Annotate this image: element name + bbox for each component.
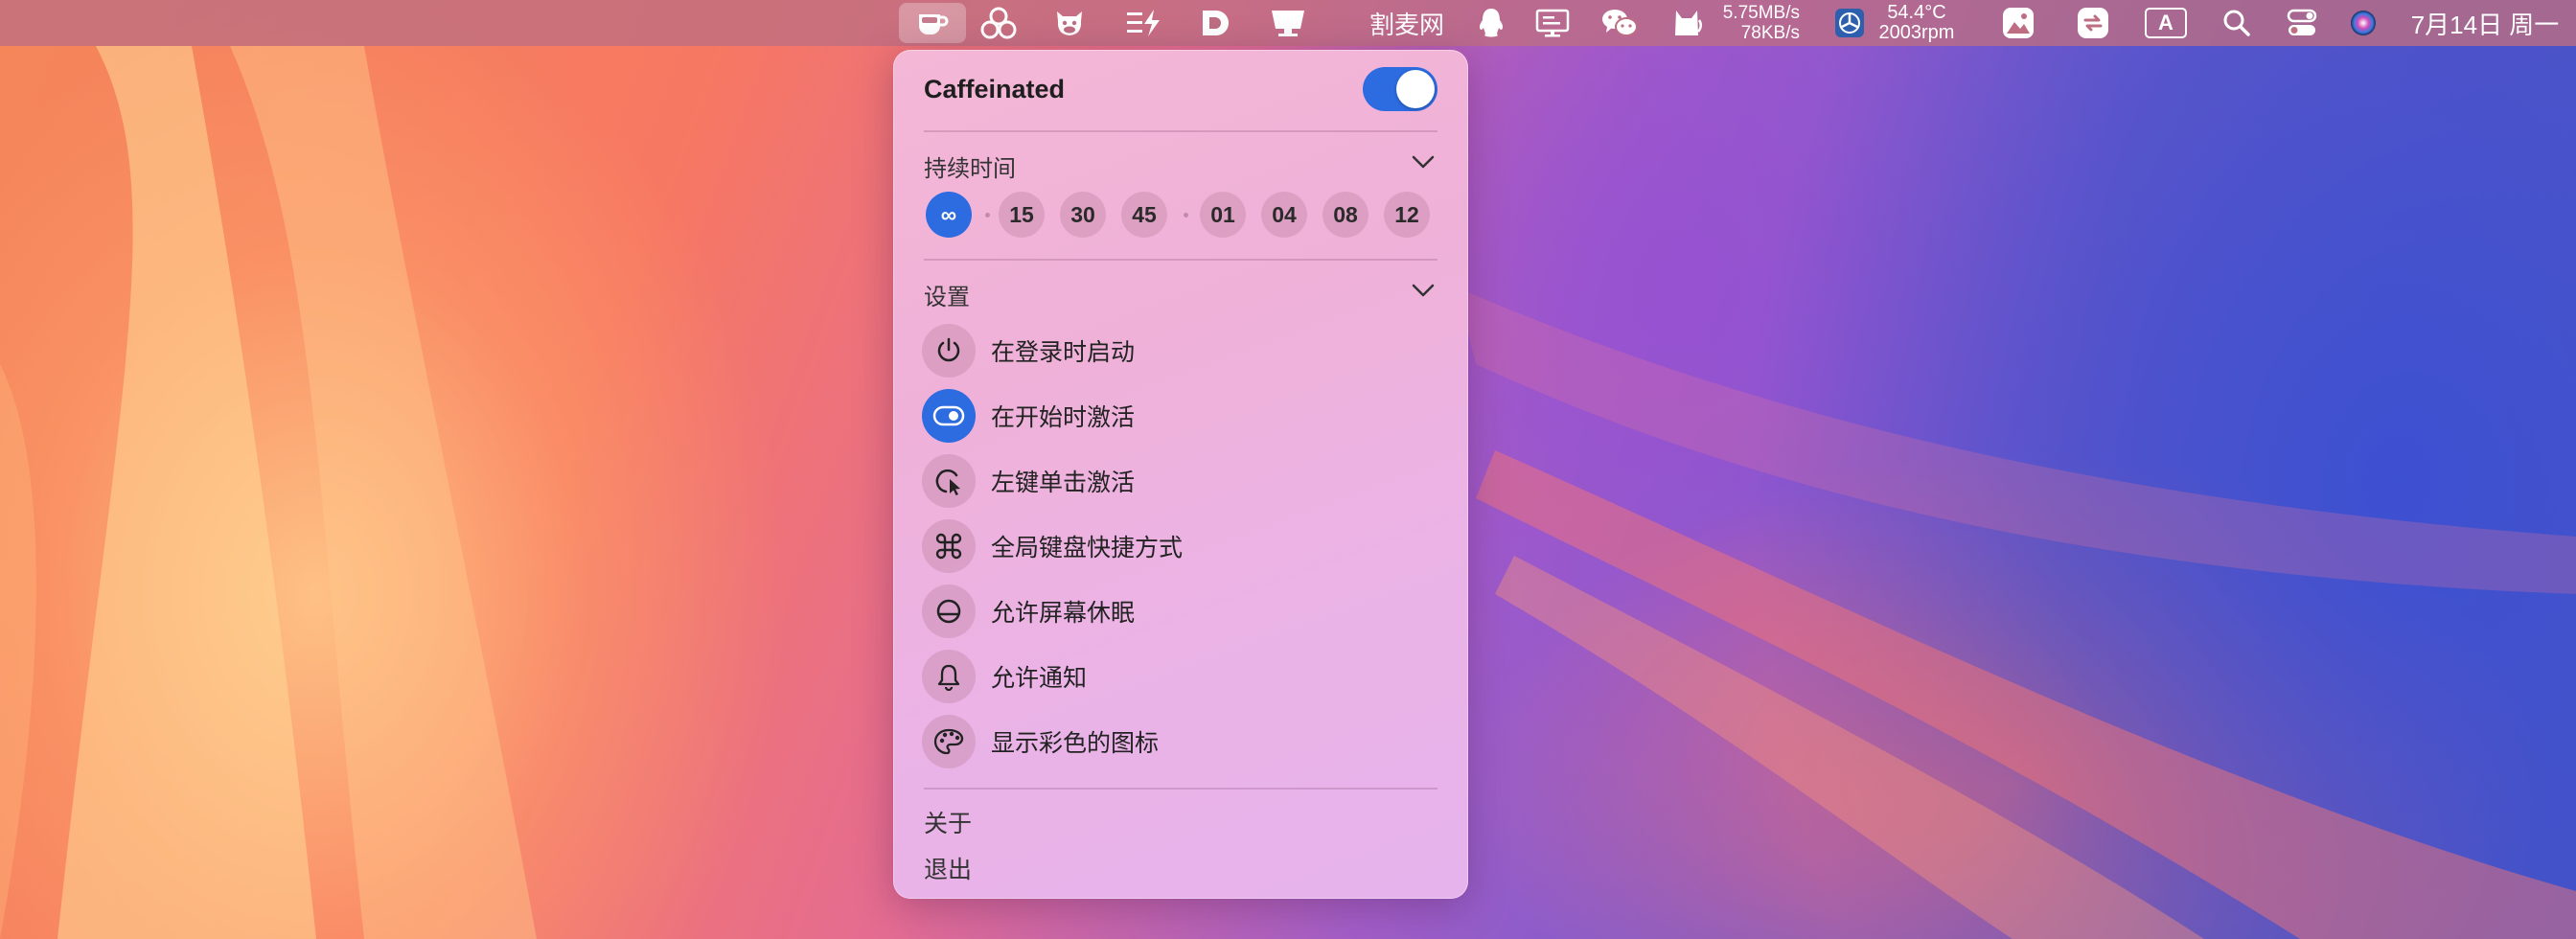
bell-icon-button	[922, 650, 976, 703]
option-allow-screen-sleep[interactable]: 允许屏幕休眠	[922, 583, 1439, 640]
siri-icon	[2351, 11, 2376, 35]
sync-icon	[2078, 8, 2108, 38]
cpu-temperature: 54.4°C	[1887, 2, 1946, 23]
screen-sleep-icon-button	[922, 584, 976, 638]
about-menu-item[interactable]: 关于	[924, 805, 972, 839]
option-label: 全局键盘快捷方式	[991, 535, 1184, 561]
qq-menu-extra[interactable]	[1472, 0, 1510, 46]
settings-chevron-down-icon[interactable]	[1411, 282, 1436, 299]
network-speed[interactable]: 5.75MB/s 78KB/s	[1708, 0, 1800, 46]
wechat-icon	[1602, 10, 1638, 36]
option-label: 在登录时启动	[991, 339, 1136, 366]
option-label: 显示彩色的图标	[991, 730, 1160, 757]
caffeinated-popover: Caffeinated 持续时间 ∞ 15 30 45 01 04 08 12 …	[893, 50, 1468, 899]
power-icon	[937, 337, 960, 362]
list-bolt-icon	[1127, 10, 1160, 36]
duration-option-08[interactable]: 08	[1322, 192, 1368, 238]
cat-icon	[1675, 11, 1702, 35]
monitor-menu-extra[interactable]	[1533, 0, 1572, 46]
palette-icon	[933, 728, 964, 755]
command-icon	[935, 533, 962, 560]
three-circles-menu-extra[interactable]	[978, 0, 1020, 46]
option-label: 左键单击激活	[991, 470, 1136, 496]
command-icon-button	[922, 519, 976, 573]
cow-menu-extra[interactable]	[1050, 0, 1089, 46]
toggle-icon-button	[922, 389, 976, 443]
siri-button[interactable]	[2346, 0, 2380, 46]
duration-separator-dot	[985, 213, 990, 218]
duration-section-title: 持续时间	[924, 156, 1016, 182]
divider	[924, 130, 1438, 132]
input-method-menu-extra[interactable]: A	[2143, 0, 2189, 46]
photo-icon	[2003, 8, 2034, 38]
option-label: 在开始时激活	[991, 404, 1136, 431]
bell-icon	[937, 664, 960, 691]
duration-chevron-down-icon[interactable]	[1411, 153, 1436, 171]
option-activate-at-start[interactable]: 在开始时激活	[922, 387, 1439, 445]
sync-menu-extra[interactable]	[2074, 0, 2112, 46]
cursor-click-icon	[935, 469, 960, 495]
d-logo-menu-extra[interactable]	[1196, 0, 1234, 46]
option-left-click-activate[interactable]: 左键单击激活	[922, 452, 1439, 510]
display-menu-extra[interactable]	[1267, 0, 1309, 46]
network-upload: 5.75MB/s	[1722, 3, 1800, 23]
duration-option-infinity[interactable]: ∞	[926, 192, 972, 238]
d-logo-icon	[1203, 11, 1229, 35]
toggle-icon	[932, 405, 965, 426]
cat-menu-extra[interactable]	[1668, 0, 1706, 46]
cow-icon	[1057, 11, 1082, 35]
palette-icon-button	[922, 715, 976, 768]
spotlight-button[interactable]	[2220, 0, 2254, 46]
fan-menu-extra[interactable]	[1832, 0, 1867, 46]
control-center-button[interactable]	[2283, 0, 2321, 46]
menu-bar: 割麦网 5.75MB/s 78KB/s 54.4°C 2003rpm A 7月1…	[0, 0, 2576, 46]
fan-icon	[1835, 9, 1864, 37]
monitor-chart-icon	[1535, 9, 1570, 37]
divider	[924, 788, 1438, 790]
search-icon	[2223, 10, 2250, 36]
duration-option-45[interactable]: 45	[1121, 192, 1167, 238]
cursor-click-icon-button	[922, 454, 976, 508]
option-colored-icon[interactable]: 显示彩色的图标	[922, 713, 1439, 770]
network-download: 78KB/s	[1740, 23, 1800, 43]
divider	[924, 259, 1438, 261]
option-allow-notifications[interactable]: 允许通知	[922, 648, 1439, 705]
duration-option-15[interactable]: 15	[999, 192, 1045, 238]
three-circles-icon	[980, 7, 1017, 39]
option-launch-at-login[interactable]: 在登录时启动	[922, 322, 1439, 379]
power-icon-button	[922, 324, 976, 378]
duration-option-01[interactable]: 01	[1200, 192, 1246, 238]
duration-option-04[interactable]: 04	[1261, 192, 1307, 238]
caffeinated-menu-extra[interactable]	[899, 3, 966, 43]
duration-option-12[interactable]: 12	[1384, 192, 1430, 238]
coffee-cup-icon	[919, 14, 949, 34]
control-center-icon	[2287, 9, 2317, 35]
list-bolt-menu-extra[interactable]	[1123, 0, 1163, 46]
caffeinated-toggle[interactable]	[1363, 67, 1438, 111]
screen-sleep-icon	[936, 599, 961, 624]
toggle-knob	[1396, 70, 1435, 108]
display-icon	[1272, 11, 1304, 36]
duration-separator-dot	[1184, 213, 1188, 218]
option-label: 允许通知	[991, 665, 1088, 692]
fan-speed: 2003rpm	[1878, 22, 1955, 43]
popover-title: Caffeinated	[924, 75, 1066, 103]
quit-menu-item[interactable]: 退出	[924, 851, 972, 885]
wechat-menu-extra[interactable]	[1598, 0, 1641, 46]
option-label: 允许屏幕休眠	[991, 600, 1136, 627]
input-method-label: A	[2145, 8, 2187, 38]
photo-menu-extra[interactable]	[1999, 0, 2037, 46]
clock[interactable]: 7月14日 周一	[2404, 0, 2566, 46]
gemai-label[interactable]: 割麦网	[1368, 0, 1445, 46]
qq-penguin-icon	[1479, 9, 1504, 37]
duration-option-30[interactable]: 30	[1060, 192, 1106, 238]
temperature-readout[interactable]: 54.4°C 2003rpm	[1871, 0, 1963, 46]
option-global-shortcut[interactable]: 全局键盘快捷方式	[922, 517, 1439, 575]
settings-section-title: 设置	[924, 285, 970, 310]
